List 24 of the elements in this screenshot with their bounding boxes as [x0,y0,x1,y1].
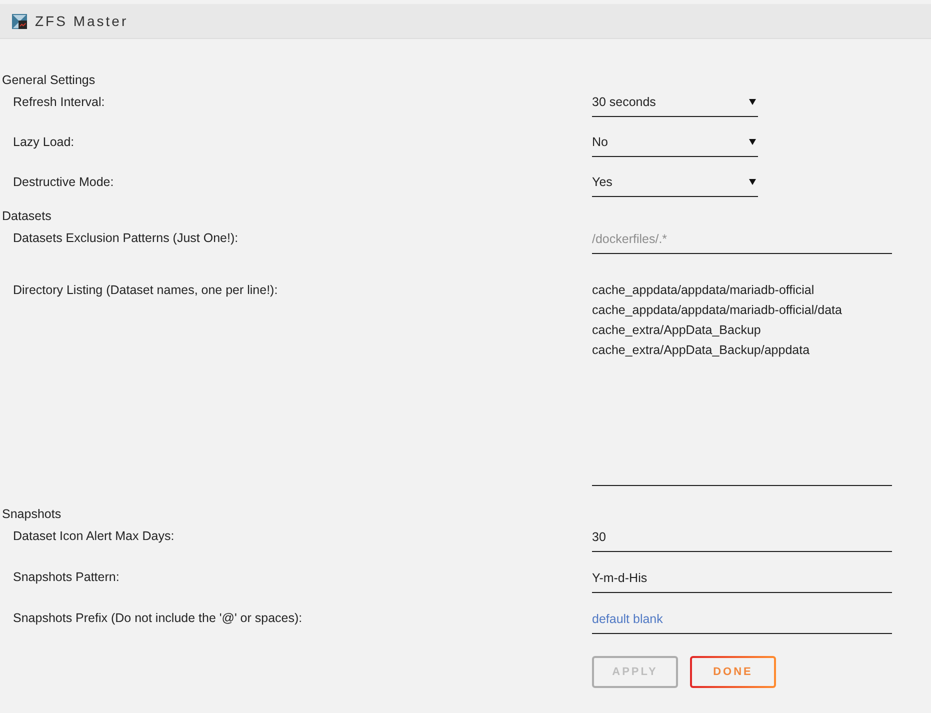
app-title: ZFS Master [35,13,128,29]
caret-icon [749,179,756,185]
text-field[interactable]: default blank [592,604,892,634]
setting-label: Dataset Icon Alert Max Days: [13,528,174,545]
section-heading: Snapshots [2,506,62,522]
text-area-field[interactable]: cache_appdata/appdata/mariadb-official cache_appdata/appdata/mariadb-official/data cache_extra/AppData_Backup cache_extra/AppData_Backup/appdata [592,275,892,486]
caret-icon [749,139,756,145]
section-heading: General Settings [2,72,96,88]
dropdown[interactable]: 30 seconds [592,88,758,117]
dropdown[interactable]: Yes [592,168,758,197]
text-field[interactable]: Y-m-d-His [592,563,892,593]
setting-label: Directory Listing (Dataset names, one per line!): [13,282,278,299]
setting-label: Snapshots Pattern: [13,569,120,586]
setting-label: Lazy Load: [13,134,74,151]
text-field[interactable]: 30 [592,522,892,552]
text-field[interactable]: /dockerfiles/.* [592,224,892,254]
setting-label: Snapshots Prefix (Do not include the '@' or spaces): [13,610,302,627]
hourglass-tile-icon [12,14,27,28]
dropdown[interactable]: No [592,128,758,157]
section-heading: Datasets [2,208,52,224]
setting-label: Destructive Mode: [13,174,114,191]
caret-icon [749,99,756,105]
setting-label: Refresh Interval: [13,94,105,111]
setting-label: Datasets Exclusion Patterns (Just One!): [13,230,238,247]
